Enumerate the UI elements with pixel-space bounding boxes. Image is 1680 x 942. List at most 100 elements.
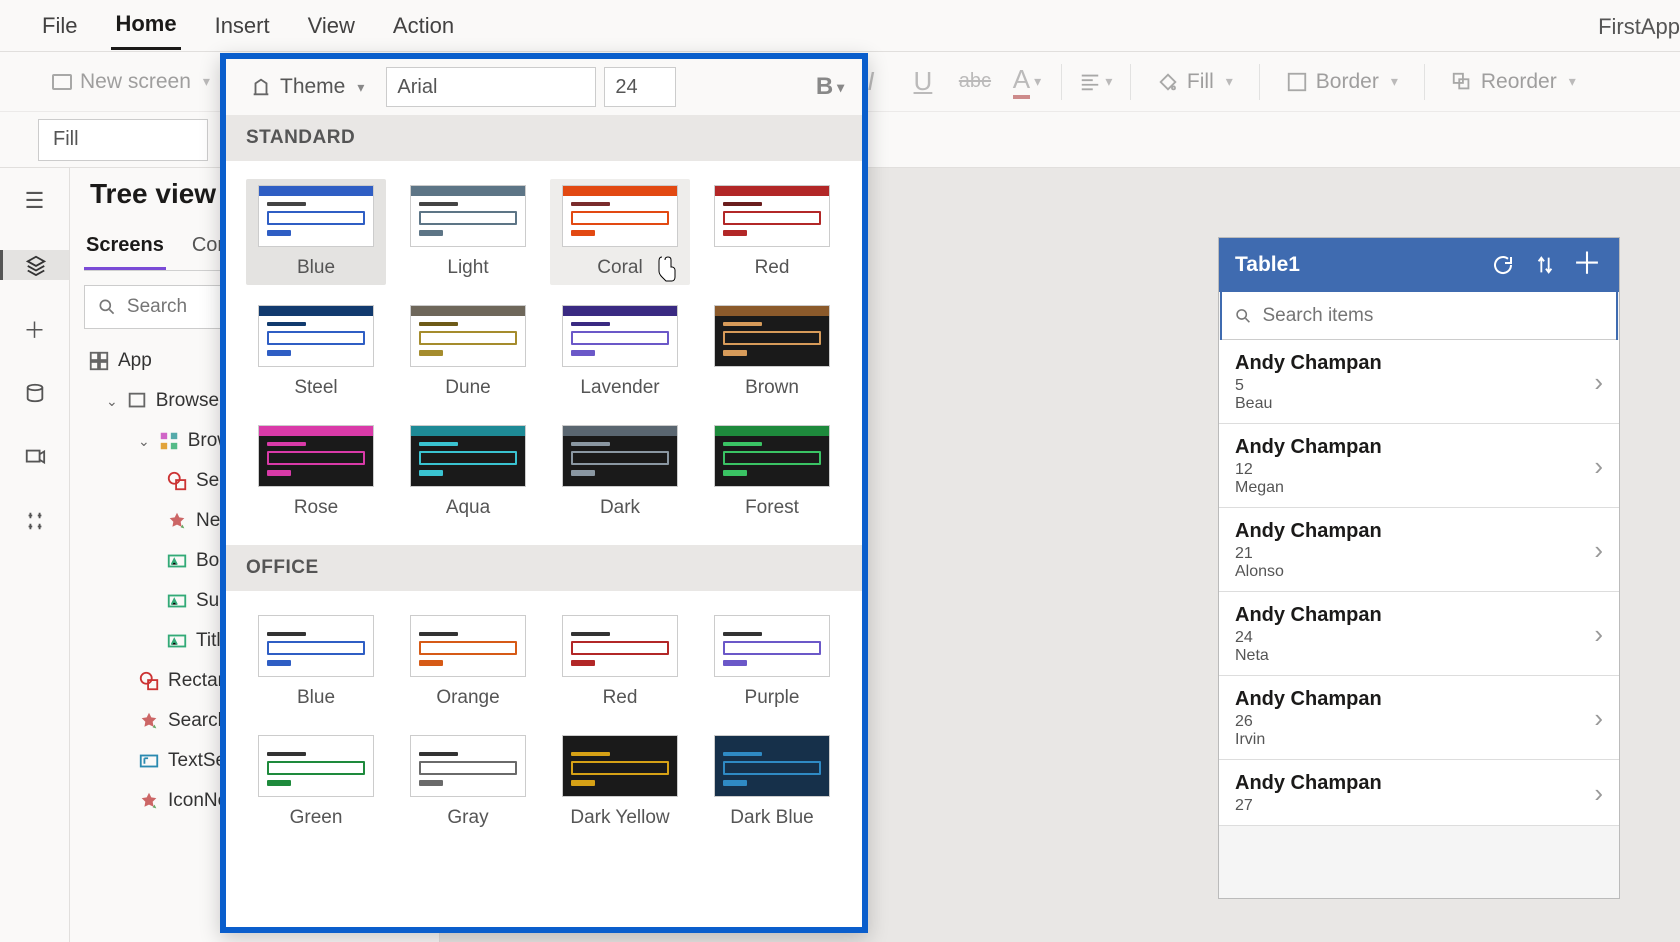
refresh-icon[interactable]	[1487, 249, 1519, 281]
font-color-button[interactable]: A▾	[1005, 61, 1049, 103]
screen-icon	[52, 74, 72, 90]
theme-option[interactable]: Aqua	[398, 419, 538, 525]
theme-option[interactable]: Rose	[246, 419, 386, 525]
theme-label: Coral	[597, 257, 642, 279]
theme-option[interactable]: Coral	[550, 179, 690, 285]
theme-label: Dark Yellow	[570, 807, 669, 829]
label-icon	[166, 550, 188, 572]
theme-button[interactable]: Theme ▾	[236, 69, 378, 105]
theme-size-select[interactable]: 24	[604, 67, 676, 107]
app-search[interactable]	[1222, 292, 1616, 340]
app-list: Andy Champan5Beau›Andy Champan12Megan›An…	[1219, 340, 1619, 898]
theme-label: Gray	[447, 807, 488, 829]
theme-bold-button[interactable]: B▾	[808, 66, 852, 108]
item-sub2: Neta	[1235, 647, 1594, 665]
item-title: Andy Champan	[1235, 772, 1594, 795]
list-item[interactable]: Andy Champan26Irvin›	[1219, 676, 1619, 760]
item-sub1: 21	[1235, 545, 1594, 563]
item-sub1: 27	[1235, 797, 1594, 815]
underline-button[interactable]: U	[901, 61, 945, 103]
theme-swatch	[410, 185, 526, 247]
app-search-input[interactable]	[1262, 305, 1604, 327]
list-item[interactable]: Andy Champan12Megan›	[1219, 424, 1619, 508]
theme-swatch	[714, 735, 830, 797]
theme-label: Orange	[436, 687, 499, 709]
align-button[interactable]: ▾	[1074, 61, 1118, 103]
theme-label: Red	[603, 687, 638, 709]
property-selector[interactable]: Fill	[38, 119, 208, 161]
rail-hamburger[interactable]: ☰	[20, 186, 50, 216]
shape-icon	[138, 670, 160, 692]
border-button[interactable]: Border▾	[1272, 64, 1412, 100]
item-title: Andy Champan	[1235, 520, 1594, 543]
theme-label: Light	[447, 257, 488, 279]
theme-option[interactable]: Brown	[702, 299, 842, 405]
theme-icon	[250, 76, 272, 98]
theme-option[interactable]: Lavender	[550, 299, 690, 405]
item-sub2: Megan	[1235, 479, 1594, 497]
list-item[interactable]: Andy Champan24Neta›	[1219, 592, 1619, 676]
theme-swatch	[714, 615, 830, 677]
theme-swatch	[258, 615, 374, 677]
fill-button[interactable]: Fill▾	[1143, 64, 1247, 100]
theme-label: Blue	[297, 687, 335, 709]
theme-option[interactable]: Light	[398, 179, 538, 285]
rail-media[interactable]	[20, 442, 50, 472]
theme-font-select[interactable]: Arial	[386, 67, 596, 107]
add-icon[interactable]: ＋	[1571, 249, 1603, 281]
theme-option[interactable]: Orange	[398, 609, 538, 715]
theme-option[interactable]: Dune	[398, 299, 538, 405]
rail-insert[interactable]: ＋	[20, 314, 50, 344]
theme-option[interactable]: Red	[550, 609, 690, 715]
menu-view[interactable]: View	[304, 3, 359, 49]
reorder-button[interactable]: Reorder▾	[1437, 64, 1590, 100]
theme-option[interactable]: Gray	[398, 729, 538, 835]
theme-swatch	[258, 185, 374, 247]
item-sub2: Beau	[1235, 395, 1594, 413]
align-icon	[1079, 71, 1101, 93]
item-sub1: 5	[1235, 377, 1594, 395]
menu-action[interactable]: Action	[389, 3, 458, 49]
tree-tab-screens[interactable]: Screens	[84, 228, 166, 270]
theme-swatch	[410, 735, 526, 797]
theme-label: Dark	[600, 497, 640, 519]
theme-label: Purple	[745, 687, 800, 709]
theme-option[interactable]: Dark Yellow	[550, 729, 690, 835]
list-item[interactable]: Andy Champan21Alonso›	[1219, 508, 1619, 592]
rail-tools[interactable]	[20, 506, 50, 536]
theme-option[interactable]: Red	[702, 179, 842, 285]
theme-option[interactable]: Forest	[702, 419, 842, 525]
theme-option[interactable]: Blue	[246, 609, 386, 715]
menu-file[interactable]: File	[38, 3, 81, 49]
theme-option[interactable]: Green	[246, 729, 386, 835]
chevron-down-icon: ⌄	[138, 433, 150, 450]
item-sub2: Alonso	[1235, 563, 1594, 581]
new-screen-button[interactable]: New screen ▾	[38, 64, 224, 100]
app-preview: Table1 ＋ Andy Champan5Beau›Andy Champan1…	[1219, 238, 1619, 898]
menu-home[interactable]: Home	[111, 1, 180, 50]
theme-swatch	[714, 185, 830, 247]
theme-swatch	[714, 425, 830, 487]
strike-button[interactable]: abc	[953, 61, 997, 103]
border-label: Border	[1316, 70, 1379, 94]
item-sub1: 24	[1235, 629, 1594, 647]
rail-tree[interactable]	[0, 250, 69, 280]
sort-icon[interactable]	[1529, 249, 1561, 281]
new-screen-label: New screen	[80, 70, 191, 94]
chevron-right-icon: ›	[1594, 778, 1603, 809]
item-sub1: 26	[1235, 713, 1594, 731]
theme-option[interactable]: Purple	[702, 609, 842, 715]
theme-option[interactable]: Steel	[246, 299, 386, 405]
theme-option[interactable]: Blue	[246, 179, 386, 285]
theme-option[interactable]: Dark Blue	[702, 729, 842, 835]
theme-option[interactable]: Dark	[550, 419, 690, 525]
icon-icon	[166, 510, 188, 532]
rail-data[interactable]	[20, 378, 50, 408]
menu-insert[interactable]: Insert	[211, 3, 274, 49]
chevron-down-icon: ▾	[357, 79, 364, 96]
list-item[interactable]: Andy Champan5Beau›	[1219, 340, 1619, 424]
theme-swatch	[562, 185, 678, 247]
chevron-right-icon: ›	[1594, 619, 1603, 650]
list-item[interactable]: Andy Champan 27›	[1219, 760, 1619, 826]
chevron-right-icon: ›	[1594, 703, 1603, 734]
